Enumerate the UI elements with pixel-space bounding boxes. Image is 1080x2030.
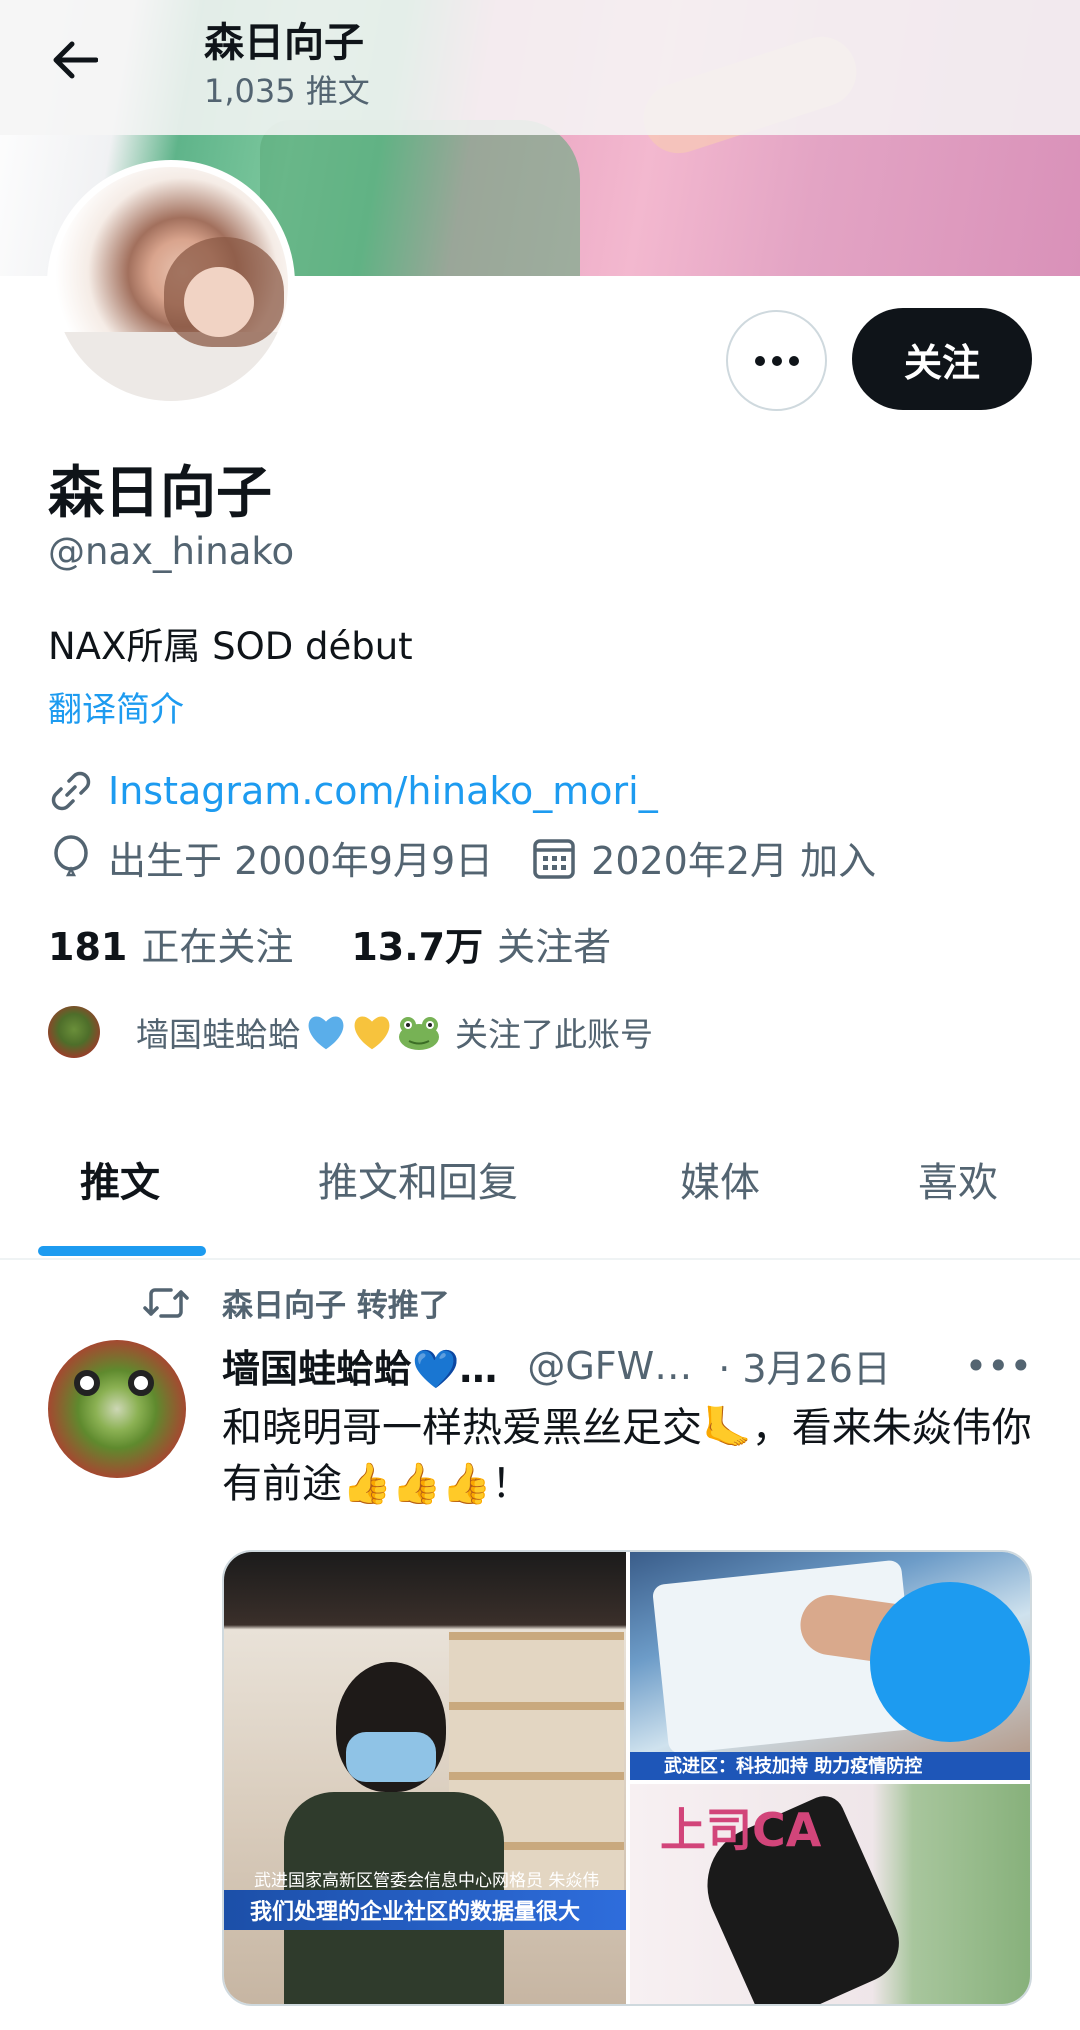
tweet-author-handle[interactable]: @GFW… bbox=[527, 1344, 692, 1388]
image3-title: 上司CA bbox=[660, 1803, 822, 1857]
follower-avatar bbox=[48, 1006, 100, 1058]
profile-tabs: 推文 推文和回复 媒体 喜欢 bbox=[0, 1110, 1080, 1260]
yellow-heart-icon bbox=[354, 1016, 390, 1050]
more-horizontal-icon bbox=[754, 355, 799, 366]
following-label: 正在关注 bbox=[141, 925, 294, 969]
tweet-image-1[interactable]: 武进国家高新区管委会信息中心网格员 朱焱伟 我们处理的企业社区的数据量很大 bbox=[224, 1552, 626, 2004]
follow-stats: 181 正在关注 13.7万 关注者 bbox=[48, 916, 611, 971]
profile-link-row: Instagram.com/hinako_mori_ bbox=[48, 768, 658, 814]
more-options-button[interactable] bbox=[726, 310, 827, 411]
retweet-label[interactable]: 森日向子 转推了 bbox=[222, 1280, 450, 1325]
translate-bio-link[interactable]: 翻译简介 bbox=[48, 682, 184, 731]
tweet-text: 和晓明哥一样热爱黑丝足交🦶，看来朱焱伟你有前途👍👍👍！ bbox=[222, 1405, 1032, 1507]
following-count: 181 bbox=[48, 925, 128, 969]
tab-tweets[interactable]: 推文 bbox=[80, 1150, 160, 1208]
calendar-icon bbox=[531, 835, 577, 881]
tab-tweets-replies[interactable]: 推文和回复 bbox=[318, 1150, 518, 1208]
tweet-image-3[interactable]: 上司CA bbox=[630, 1784, 1030, 2004]
followers-stat[interactable]: 13.7万 关注者 bbox=[351, 916, 611, 971]
tweet-image-2[interactable]: 武进区：科技加持 助力疫情防控 bbox=[630, 1552, 1030, 1780]
retweet-context: 森日向子 转推了 bbox=[140, 1280, 450, 1325]
avatar-table bbox=[54, 332, 288, 401]
arrow-left-icon bbox=[53, 41, 98, 79]
balloon-icon bbox=[48, 834, 94, 881]
user-handle: @nax_hinako bbox=[48, 530, 295, 573]
followed-by-name: 墙国蛙蛤蛤 bbox=[136, 1015, 301, 1054]
image1-caption-small: 武进国家高新区管委会信息中心网格员 朱焱伟 bbox=[254, 1871, 600, 1891]
frog-icon bbox=[399, 1017, 439, 1050]
image2-caption: 武进区：科技加持 助力疫情防控 bbox=[630, 1752, 1030, 1780]
avatar-eye-right bbox=[128, 1370, 154, 1396]
tweet-author-avatar[interactable] bbox=[48, 1340, 186, 1478]
header-title: 森日向子 bbox=[204, 20, 364, 66]
join-date: 2020年2月 加入 bbox=[591, 839, 877, 883]
tweet-date[interactable]: · 3月26日 bbox=[718, 1338, 891, 1393]
followed-by-row[interactable]: 墙国蛙蛤蛤 关注了此账号 bbox=[48, 1006, 653, 1058]
follow-button[interactable]: 关注 bbox=[852, 308, 1032, 410]
tweet-author-name[interactable]: 墙国蛙蛤蛤💙… bbox=[222, 1338, 497, 1393]
followed-by-suffix: 关注了此账号 bbox=[455, 1015, 653, 1054]
avatar-face bbox=[184, 267, 254, 337]
link-icon bbox=[48, 768, 94, 814]
profile-avatar[interactable] bbox=[47, 160, 295, 408]
birth-date: 出生于 2000年9月9日 bbox=[108, 839, 494, 883]
blue-heart-icon bbox=[308, 1016, 344, 1050]
face-mask bbox=[346, 1732, 436, 1782]
back-button[interactable] bbox=[40, 30, 110, 90]
profile-bio: NAX所属 SOD début bbox=[48, 625, 413, 668]
interviewee bbox=[284, 1662, 504, 2004]
followers-label: 关注者 bbox=[497, 925, 612, 969]
followers-count: 13.7万 bbox=[351, 925, 484, 969]
tab-media[interactable]: 媒体 bbox=[680, 1150, 760, 1208]
retweet-icon bbox=[140, 1281, 192, 1325]
avatar-eye-left bbox=[74, 1370, 100, 1396]
banner-shade bbox=[260, 120, 580, 276]
profile-website-link[interactable]: Instagram.com/hinako_mori_ bbox=[108, 769, 658, 813]
active-tab-indicator bbox=[38, 1246, 206, 1256]
tweet-header: 墙国蛙蛤蛤💙… @GFW… · 3月26日 ••• bbox=[222, 1338, 1032, 1393]
image1-caption: 我们处理的企业社区的数据量很大 bbox=[224, 1890, 626, 1930]
tab-likes[interactable]: 喜欢 bbox=[918, 1150, 998, 1208]
header-tweet-count: 1,035 推文 bbox=[204, 72, 370, 110]
tweet-more-button[interactable]: ••• bbox=[965, 1344, 1032, 1388]
display-name: 森日向子 bbox=[48, 461, 272, 526]
header-backdrop bbox=[0, 0, 1080, 135]
profile-meta-row: 出生于 2000年9月9日 2020年2月 加入 bbox=[48, 830, 876, 885]
following-stat[interactable]: 181 正在关注 bbox=[48, 916, 293, 971]
tweet-media-grid: 武进国家高新区管委会信息中心网格员 朱焱伟 我们处理的企业社区的数据量很大 武进… bbox=[222, 1550, 1032, 2006]
floating-compose-button[interactable] bbox=[870, 1582, 1030, 1742]
